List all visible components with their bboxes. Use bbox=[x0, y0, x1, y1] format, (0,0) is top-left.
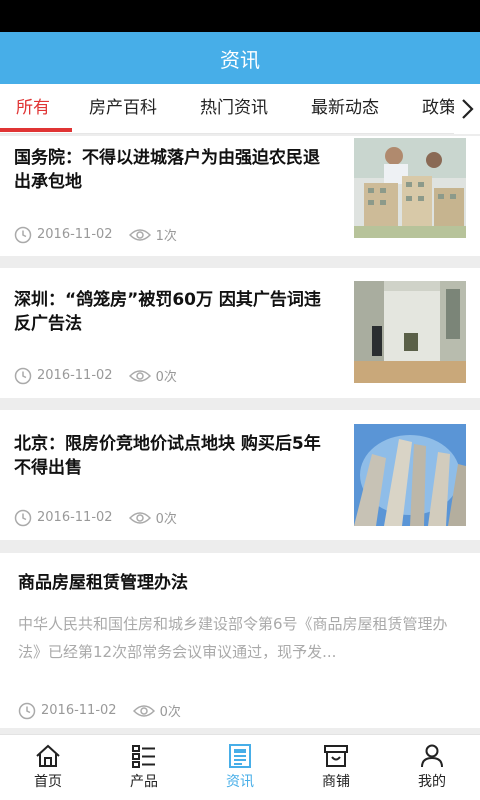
news-meta: 2016-11-02 1次 bbox=[14, 225, 177, 244]
clock-icon bbox=[14, 509, 32, 526]
tab-latest[interactable]: 最新动态 bbox=[311, 84, 379, 133]
tab-policy[interactable]: 政策 bbox=[422, 84, 456, 133]
news-title: 商品房屋租赁管理办法 bbox=[18, 573, 188, 593]
list-icon bbox=[132, 745, 155, 768]
news-views: 0次 bbox=[155, 512, 177, 527]
news-title: 北京：限房价竞地价试点地块 购买后5年不得出售 bbox=[14, 434, 321, 478]
shop-icon bbox=[324, 745, 348, 767]
status-bar bbox=[0, 0, 480, 32]
news-title: 国务院：不得以进城落户为由强迫农民退出承包地 bbox=[14, 148, 320, 192]
news-thumbnail bbox=[354, 281, 466, 383]
nav-home[interactable]: 首页 bbox=[0, 735, 96, 800]
nav-mine-label: 我的 bbox=[418, 774, 446, 790]
category-tabs: 所有 房产百科 热门资讯 最新动态 政策 bbox=[0, 84, 480, 134]
nav-products[interactable]: 产品 bbox=[96, 735, 192, 800]
nav-shop-label: 商铺 bbox=[322, 774, 350, 790]
tab-encyclopedia[interactable]: 房产百科 bbox=[89, 84, 157, 133]
news-views: 0次 bbox=[159, 705, 181, 720]
bottom-nav: 首页 产品 资讯 商铺 我的 bbox=[0, 734, 480, 800]
eye-icon bbox=[128, 228, 151, 241]
news-icon bbox=[229, 744, 251, 768]
tab-hot-news[interactable]: 热门资讯 bbox=[200, 84, 268, 133]
nav-mine[interactable]: 我的 bbox=[384, 735, 480, 800]
news-meta: 2016-11-02 0次 bbox=[18, 701, 181, 720]
nav-shop[interactable]: 商铺 bbox=[288, 735, 384, 800]
eye-icon bbox=[128, 369, 151, 382]
news-thumbnail bbox=[354, 138, 466, 238]
nav-news-label: 资讯 bbox=[226, 774, 254, 790]
news-summary: 中华人民共和国住房和城乡建设部令第6号《商品房屋租赁管理办法》已经第12次部常务… bbox=[18, 615, 448, 661]
eye-icon bbox=[128, 511, 151, 524]
news-thumbnail bbox=[354, 424, 466, 526]
active-tab-indicator bbox=[0, 128, 72, 132]
tabs-scroll-right-icon[interactable] bbox=[454, 84, 480, 134]
clock-icon bbox=[14, 367, 32, 384]
clock-icon bbox=[18, 702, 36, 719]
news-date: 2016-11-02 bbox=[37, 510, 113, 525]
news-meta: 2016-11-02 0次 bbox=[14, 508, 177, 527]
eye-icon bbox=[132, 704, 155, 717]
page-title: 资讯 bbox=[220, 47, 260, 72]
nav-products-label: 产品 bbox=[130, 774, 158, 790]
tab-all[interactable]: 所有 bbox=[16, 84, 50, 133]
news-meta: 2016-11-02 0次 bbox=[14, 366, 177, 385]
news-title: 深圳：“鸽笼房”被罚60万 因其广告词违反广告法 bbox=[14, 290, 321, 334]
user-icon bbox=[421, 744, 443, 768]
nav-news[interactable]: 资讯 bbox=[192, 735, 288, 800]
news-date: 2016-11-02 bbox=[37, 368, 113, 383]
news-item[interactable]: 北京：限房价竞地价试点地块 购买后5年不得出售 2016-11-02 0次 bbox=[0, 410, 480, 540]
page-header: 资讯 bbox=[0, 32, 480, 84]
news-date: 2016-11-02 bbox=[41, 703, 117, 718]
news-date: 2016-11-02 bbox=[37, 227, 113, 242]
news-item[interactable]: 深圳：“鸽笼房”被罚60万 因其广告词违反广告法 2016-11-02 0次 bbox=[0, 268, 480, 398]
news-item[interactable]: 商品房屋租赁管理办法 中华人民共和国住房和城乡建设部令第6号《商品房屋租赁管理办… bbox=[0, 553, 480, 728]
clock-icon bbox=[14, 226, 32, 243]
home-icon bbox=[36, 744, 60, 767]
nav-home-label: 首页 bbox=[34, 774, 62, 790]
news-item[interactable]: 国务院：不得以进城落户为由强迫农民退出承包地 2016-11-02 1次 bbox=[0, 136, 480, 256]
news-views: 0次 bbox=[155, 370, 177, 385]
news-views: 1次 bbox=[155, 229, 177, 244]
